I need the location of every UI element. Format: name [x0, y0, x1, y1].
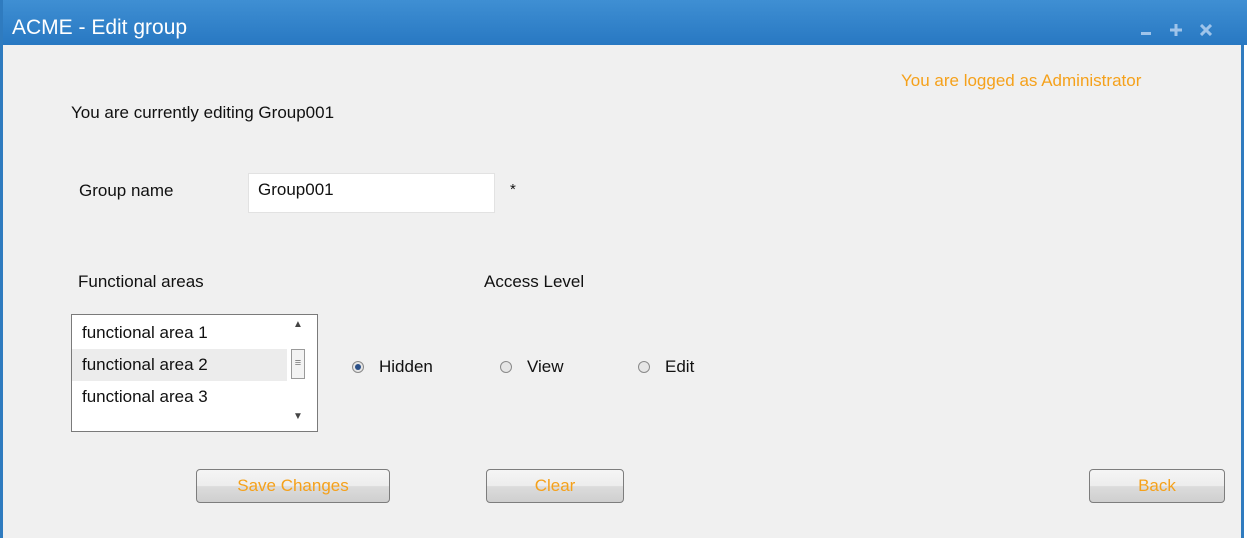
list-item[interactable]: functional area 3 [72, 381, 287, 413]
radio-label: Hidden [379, 357, 433, 376]
close-icon[interactable] [1192, 17, 1220, 43]
functional-areas-label: Functional areas [78, 272, 204, 291]
functional-areas-listbox[interactable]: functional area 1 functional area 2 func… [71, 314, 318, 432]
group-name-label: Group name [79, 181, 174, 200]
maximize-icon[interactable] [1162, 17, 1190, 43]
required-mark: * [510, 181, 516, 198]
radio-label: View [527, 357, 564, 376]
edit-group-window: ACME - Edit group You are logged as Admi… [0, 0, 1247, 538]
scroll-up-icon[interactable]: ▲ [291, 319, 305, 330]
radio-label: Edit [665, 357, 695, 376]
scroll-down-icon[interactable]: ▼ [291, 411, 305, 422]
listbox-scrollbar[interactable]: ▲ ≡ ▼ [289, 315, 317, 431]
radio-unselected-icon[interactable] [638, 361, 650, 373]
radio-selected-icon[interactable] [352, 361, 364, 373]
access-radio-view[interactable]: View [500, 357, 564, 377]
save-changes-button[interactable]: Save Changes [196, 469, 390, 503]
access-level-label: Access Level [484, 272, 585, 291]
list-item[interactable]: functional area 1 [72, 317, 287, 349]
clear-button[interactable]: Clear [486, 469, 624, 503]
access-radio-hidden[interactable]: Hidden [352, 357, 433, 377]
logged-user-text: You are logged as Administrator [901, 71, 1142, 90]
access-radio-edit[interactable]: Edit [638, 357, 694, 377]
minimize-icon[interactable] [1132, 17, 1160, 43]
title-bar[interactable]: ACME - Edit group [3, 0, 1247, 45]
window-title: ACME - Edit group [12, 16, 188, 39]
back-button[interactable]: Back [1089, 469, 1225, 503]
group-name-input[interactable]: Group001 [248, 173, 495, 213]
scroll-thumb[interactable]: ≡ [291, 349, 305, 379]
editing-status-text: You are currently editing Group001 [71, 103, 335, 122]
radio-unselected-icon[interactable] [500, 361, 512, 373]
list-item[interactable]: functional area 2 [72, 349, 287, 381]
